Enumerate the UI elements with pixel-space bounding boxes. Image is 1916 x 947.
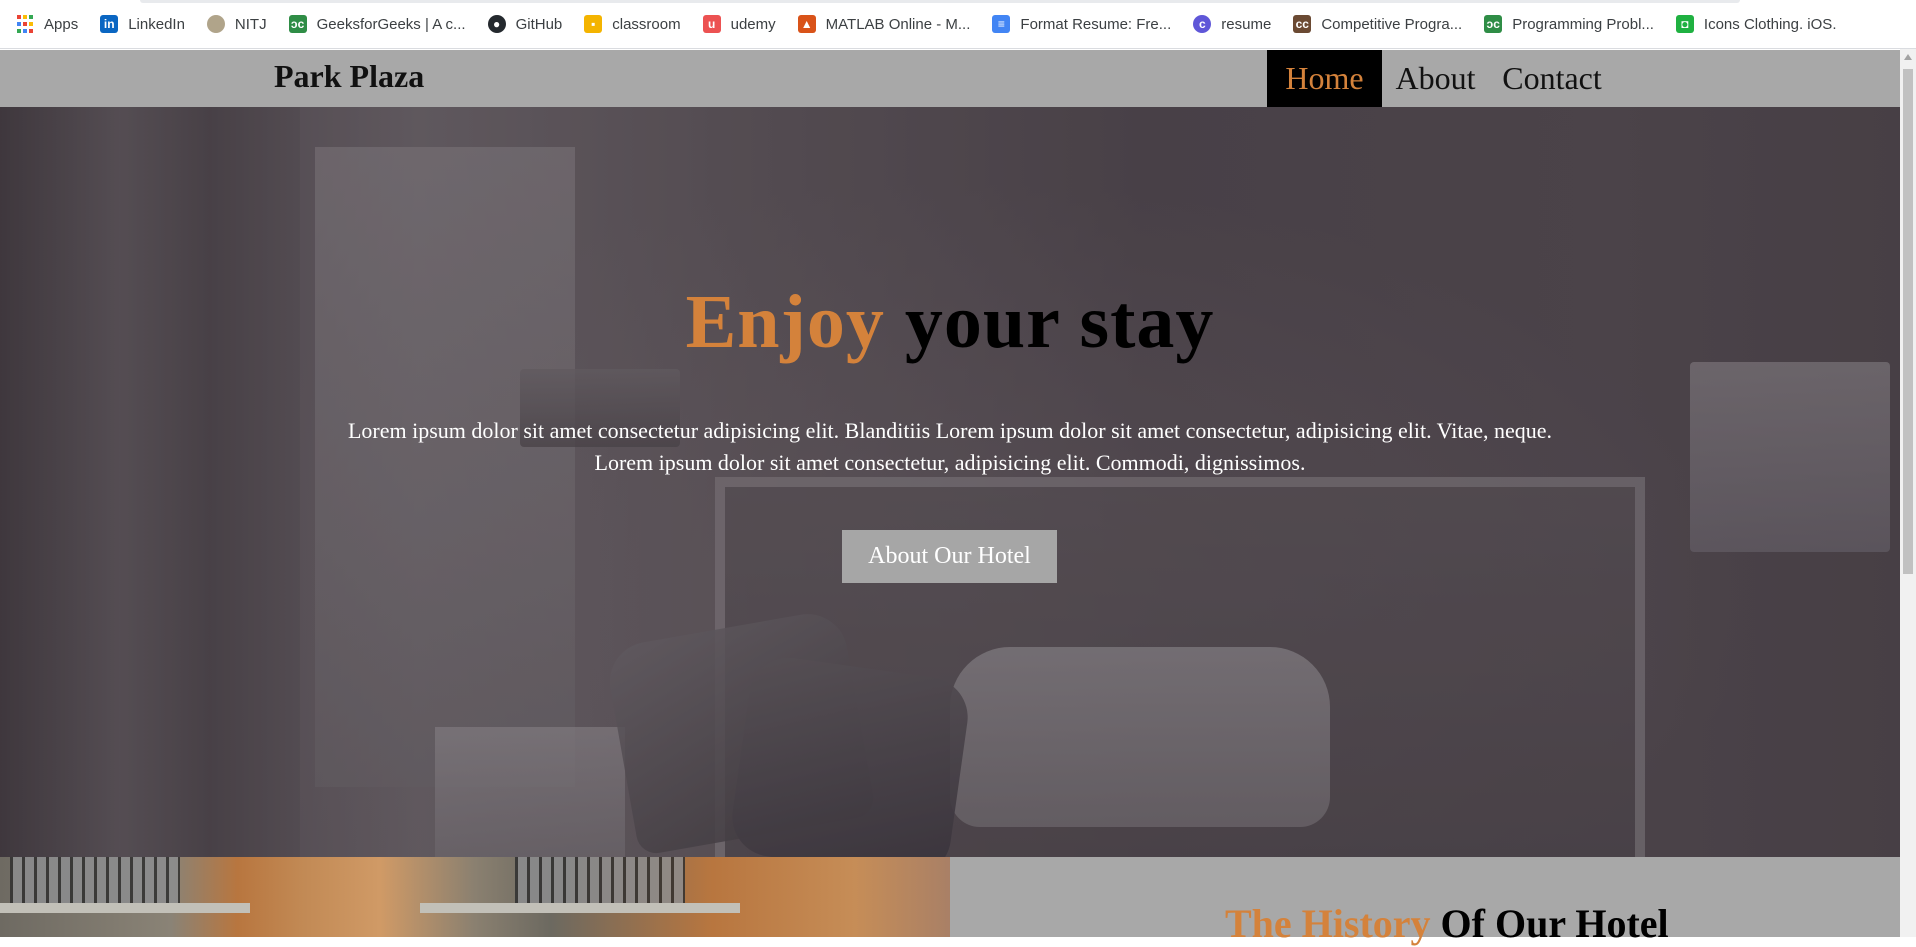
apps-grid-icon bbox=[16, 15, 34, 33]
bookmark-apps-grid[interactable]: Apps bbox=[16, 15, 78, 33]
history-title-rest: Of Our Hotel bbox=[1430, 901, 1669, 946]
nav-link-about[interactable]: About bbox=[1382, 50, 1489, 107]
bookmark-codechef[interactable]: cc Competitive Progra... bbox=[1293, 15, 1462, 33]
scroll-up-arrow-icon[interactable] bbox=[1904, 54, 1912, 60]
bookmark-linkedin[interactable]: in LinkedIn bbox=[100, 15, 185, 33]
github-icon: ● bbox=[487, 15, 506, 33]
hero-description-line: Lorem ipsum dolor sit amet consectetur, … bbox=[594, 450, 1306, 475]
about-hotel-button[interactable]: About Our Hotel bbox=[842, 530, 1057, 583]
bookmark-classroom[interactable]: ▪ classroom bbox=[584, 15, 681, 33]
bookmark-label: Programming Probl... bbox=[1512, 15, 1654, 33]
nitj-logo-icon bbox=[206, 15, 225, 33]
bookmark-label: resume bbox=[1221, 15, 1272, 33]
nav-links: Home About Contact bbox=[1267, 50, 1615, 107]
hero-overlay bbox=[0, 107, 1900, 857]
bookmarks-bar: Apps in LinkedIn NITJ ↄc GeeksforGeeks | A c.… bbox=[0, 0, 1916, 49]
bookmark-document[interactable]: ≡ Format Resume: Fre... bbox=[992, 15, 1171, 33]
linkedin-icon: in bbox=[100, 15, 119, 33]
history-title-accent: The History bbox=[1225, 901, 1431, 946]
bookmark-label: Format Resume: Fre... bbox=[1020, 15, 1172, 33]
bookmark-nitj-logo[interactable]: NITJ bbox=[206, 15, 267, 33]
balcony-ledge bbox=[0, 903, 250, 913]
omnibox-edge bbox=[140, 0, 1740, 3]
history-building-image bbox=[0, 857, 950, 937]
hero-description-line: Lorem ipsum dolor sit amet consectetur a… bbox=[347, 418, 1553, 443]
hero-section: Enjoy your stay Lorem ipsum dolor sit am… bbox=[0, 107, 1900, 857]
bookmark-label: GeeksforGeeks | A c... bbox=[316, 15, 466, 33]
balcony-railing bbox=[10, 857, 180, 905]
bookmark-icons8[interactable]: ◘ Icons Clothing. iOS. bbox=[1675, 15, 1837, 33]
resume-c-icon: c bbox=[1193, 15, 1212, 33]
bookmark-github[interactable]: ● GitHub bbox=[487, 15, 563, 33]
bookmark-label: Icons Clothing. iOS. bbox=[1703, 15, 1837, 33]
bookmark-matlab[interactable]: ▲ MATLAB Online - M... bbox=[797, 15, 971, 33]
classroom-icon: ▪ bbox=[584, 15, 603, 33]
icons8-icon: ◘ bbox=[1675, 15, 1694, 33]
hero-title-accent: Enjoy bbox=[685, 280, 885, 364]
bookmark-label: GitHub bbox=[515, 15, 563, 33]
hero-title-rest: your stay bbox=[884, 280, 1215, 364]
bookmark-label: Apps bbox=[44, 15, 79, 33]
balcony-railing bbox=[515, 857, 685, 905]
geeksforgeeks-icon: ↄc bbox=[1484, 15, 1503, 33]
page-scrollbar[interactable] bbox=[1900, 49, 1916, 937]
bookmark-udemy[interactable]: u udemy bbox=[702, 15, 776, 33]
history-title: The History Of Our Hotel bbox=[1225, 900, 1669, 947]
hero-description: Lorem ipsum dolor sit amet consectetur a… bbox=[0, 415, 1900, 479]
bookmark-geeksforgeeks[interactable]: ↄc GeeksforGeeks | A c... bbox=[288, 15, 466, 33]
bookmark-label: udemy bbox=[730, 15, 776, 33]
bookmark-label: MATLAB Online - M... bbox=[825, 15, 971, 33]
balcony-ledge bbox=[420, 903, 740, 913]
site-brand[interactable]: Park Plaza bbox=[274, 58, 424, 95]
bookmark-label: Competitive Progra... bbox=[1321, 15, 1463, 33]
nav-link-home[interactable]: Home bbox=[1267, 50, 1382, 107]
bookmark-resume-c[interactable]: c resume bbox=[1193, 15, 1271, 33]
document-icon: ≡ bbox=[992, 15, 1011, 33]
site-navbar: Park Plaza Home About Contact bbox=[0, 50, 1900, 107]
bookmark-list: Apps in LinkedIn NITJ ↄc GeeksforGeeks | A c.… bbox=[16, 15, 1858, 33]
scrollbar-thumb[interactable] bbox=[1903, 69, 1913, 574]
hero-title: Enjoy your stay bbox=[0, 279, 1900, 366]
codechef-icon: cc bbox=[1293, 15, 1312, 33]
matlab-icon: ▲ bbox=[797, 15, 816, 33]
bookmark-label: classroom bbox=[612, 15, 681, 33]
udemy-icon: u bbox=[702, 15, 721, 33]
bookmark-label: LinkedIn bbox=[128, 15, 185, 33]
bookmark-label: NITJ bbox=[234, 15, 267, 33]
bookmark-geeksforgeeks[interactable]: ↄc Programming Probl... bbox=[1484, 15, 1654, 33]
nav-link-contact[interactable]: Contact bbox=[1489, 50, 1615, 107]
geeksforgeeks-icon: ↄc bbox=[288, 15, 307, 33]
